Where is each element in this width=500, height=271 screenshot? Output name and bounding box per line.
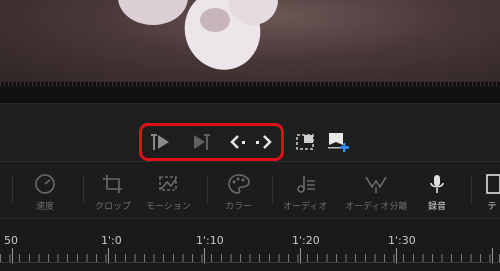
add-marker-icon xyxy=(328,133,349,152)
tool-label: 録音 xyxy=(427,202,446,212)
tool-crop[interactable]: クロップ xyxy=(95,173,131,212)
ruler-minor-ticks xyxy=(0,254,500,262)
jump-back-icon xyxy=(230,135,245,149)
tool-record[interactable]: 録音 xyxy=(424,173,450,212)
play-range-icon xyxy=(194,134,210,150)
tool-separator xyxy=(471,175,472,203)
tool-label: オーディオ xyxy=(283,202,328,212)
tool-label: テ xyxy=(487,202,497,212)
flower-center xyxy=(200,8,230,32)
tool-audio[interactable]: オーディオ xyxy=(283,173,327,212)
tool-separator xyxy=(207,175,208,203)
tool-speed[interactable]: 速度 xyxy=(32,173,58,212)
speed-gauge-icon xyxy=(35,174,55,194)
add-marker-button[interactable] xyxy=(326,130,350,154)
ruler-label: 1':10 xyxy=(196,234,224,247)
ruler-label: 50 xyxy=(4,234,18,247)
tool-text[interactable]: テ xyxy=(484,173,500,212)
audio-split-icon xyxy=(365,176,387,193)
snapshot-icon xyxy=(296,134,314,150)
crop-icon xyxy=(103,175,122,193)
tool-color[interactable]: カラー xyxy=(225,173,252,212)
ruler-label: 1':20 xyxy=(292,234,320,247)
tool-label: オーディオ分離 xyxy=(345,202,408,212)
tool-separator xyxy=(83,175,84,203)
play-from-start-button[interactable] xyxy=(148,130,174,154)
tool-motion[interactable]: モーション xyxy=(146,173,191,212)
tool-label: 速度 xyxy=(35,202,54,212)
flower-petal xyxy=(118,0,188,25)
play-range-button[interactable] xyxy=(188,130,212,154)
timeline-ruler[interactable]: 50 1':0 1':10 1':20 1':30 xyxy=(0,220,500,271)
audio-icon xyxy=(297,176,316,193)
ruler-label: 1':30 xyxy=(388,234,416,247)
playback-toolbar xyxy=(0,104,500,162)
tool-separator xyxy=(272,175,273,203)
preview-scrub-strip[interactable] xyxy=(0,82,500,104)
palette-icon xyxy=(227,174,250,194)
play-from-start-icon xyxy=(151,134,169,150)
edit-tools-row: 速度 クロップ モーション カラー オーディオ オーディオ分離 録音 テ xyxy=(0,163,500,219)
jump-forward-button[interactable] xyxy=(252,130,276,154)
jump-back-button[interactable] xyxy=(226,130,250,154)
jump-forward-icon xyxy=(256,135,272,149)
tool-separator xyxy=(12,175,13,203)
tool-label: クロップ xyxy=(95,202,132,212)
snapshot-button[interactable] xyxy=(293,130,317,154)
ruler-label: 1':0 xyxy=(101,234,122,247)
text-icon xyxy=(486,174,500,194)
microphone-icon xyxy=(430,175,444,193)
motion-icon xyxy=(159,176,178,191)
tool-label: モーション xyxy=(146,202,191,212)
video-preview xyxy=(0,0,500,82)
scrub-ticks xyxy=(0,82,500,87)
ruler-baseline xyxy=(0,262,500,263)
tool-label: カラー xyxy=(225,202,253,212)
tool-audio-split[interactable]: オーディオ分離 xyxy=(345,173,407,212)
